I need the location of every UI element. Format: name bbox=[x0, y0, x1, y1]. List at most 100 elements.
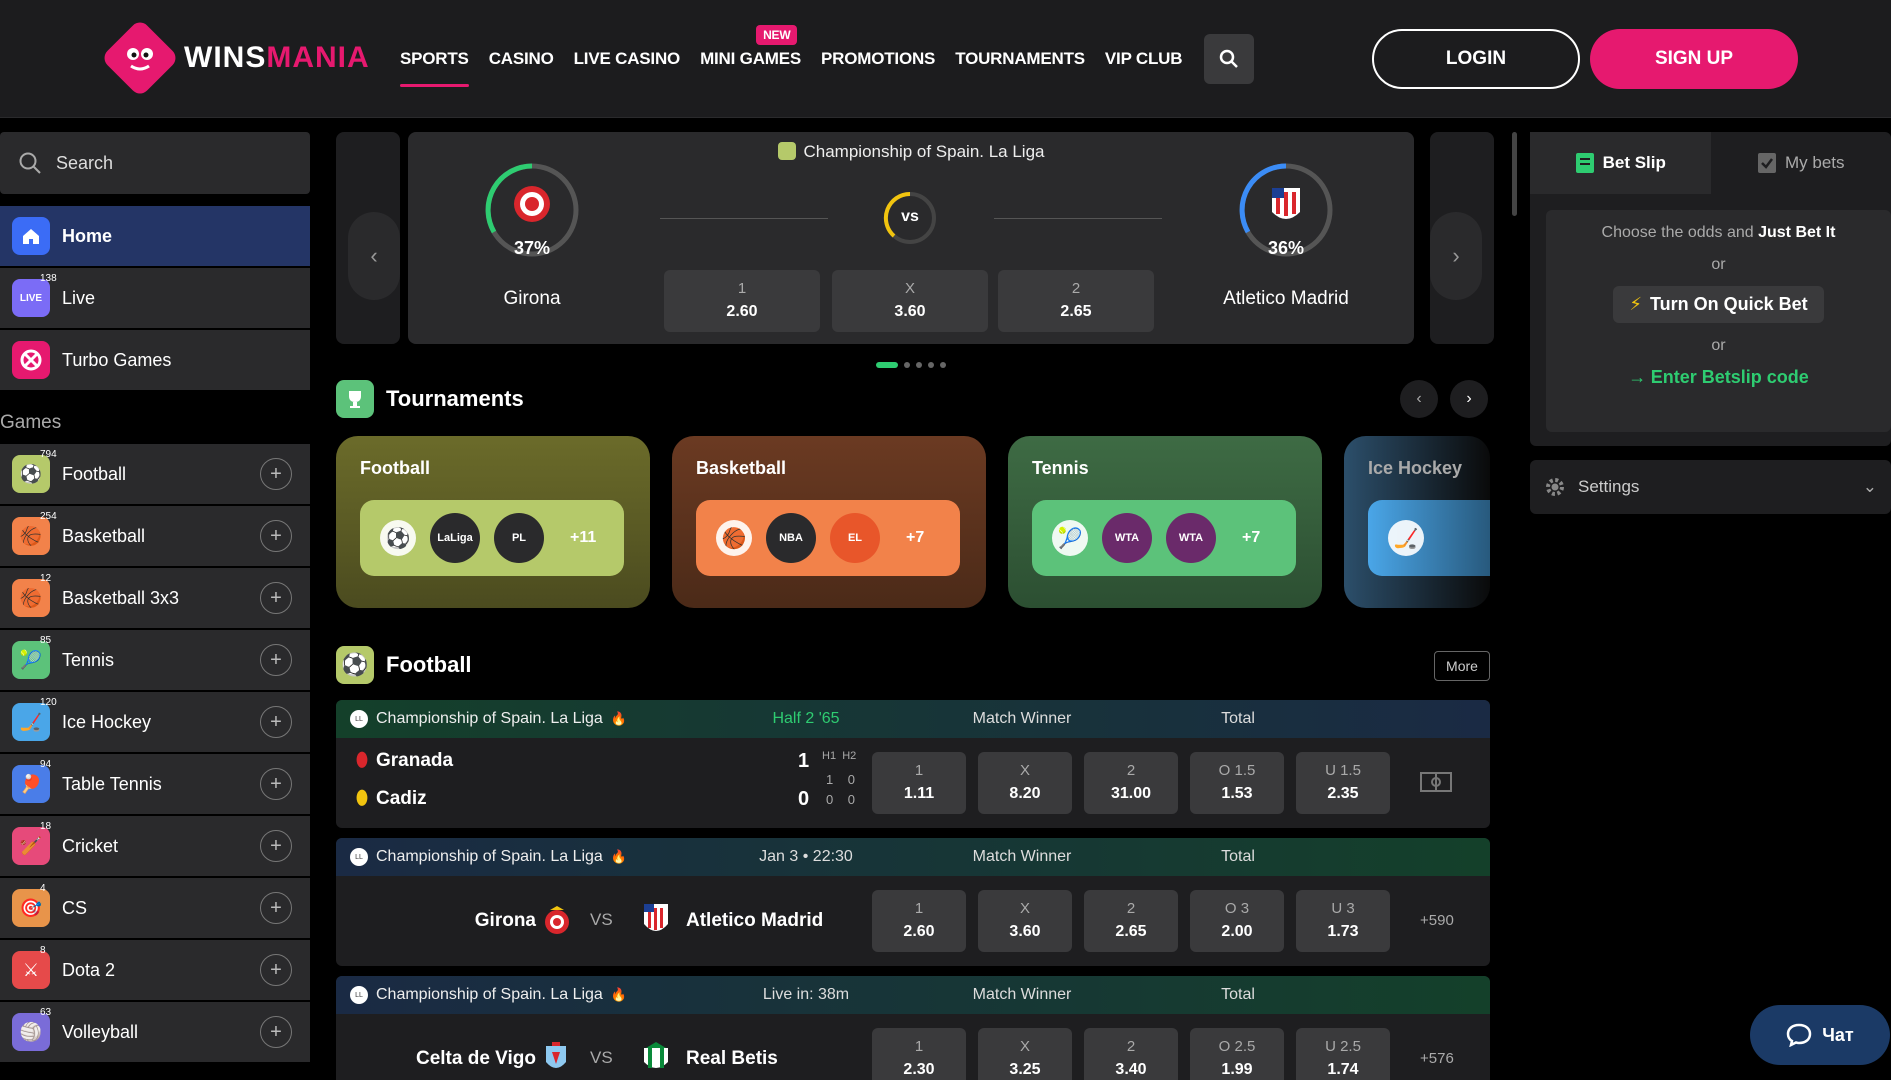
nav-tournaments[interactable]: TOURNAMENTS bbox=[955, 39, 1085, 79]
sidebar-sport-table-tennis[interactable]: 🏓 94 Table Tennis + bbox=[0, 754, 310, 814]
odd-1[interactable]: 1 1.11 bbox=[872, 752, 966, 814]
premier-league-badge-icon[interactable]: PL bbox=[494, 513, 544, 563]
event-row[interactable]: LL Championship of Spain. La Liga 🔥 Live i… bbox=[336, 976, 1490, 1080]
tournaments-next-button[interactable]: › bbox=[1450, 380, 1488, 418]
enter-betslip-code-link[interactable]: → Enter Betslip code bbox=[1546, 367, 1891, 388]
featured-odd-x[interactable]: X 3.60 bbox=[832, 270, 988, 332]
football-more-button[interactable]: More bbox=[1434, 651, 1490, 681]
quick-bet-button[interactable]: ⚡ Turn On Quick Bet bbox=[1613, 286, 1824, 323]
carousel-prev-panel: ‹ bbox=[336, 132, 400, 344]
carousel-dot[interactable] bbox=[876, 362, 898, 368]
event-header: LL Championship of Spain. La Liga 🔥 Half 2… bbox=[336, 700, 1490, 738]
sport-label: Volleyball bbox=[62, 1021, 139, 1042]
main-scrollbar[interactable] bbox=[1512, 132, 1517, 216]
carousel-dot[interactable] bbox=[928, 362, 934, 368]
nav-promotions[interactable]: PROMOTIONS bbox=[821, 39, 935, 79]
odd-over[interactable]: O 2.5 1.99 bbox=[1190, 1028, 1284, 1080]
euroleague-badge-icon[interactable]: EL bbox=[830, 513, 880, 563]
featured-match-card[interactable]: Championship of Spain. La Liga 37% Giron… bbox=[408, 132, 1414, 344]
odd-x[interactable]: X 3.25 bbox=[978, 1028, 1072, 1080]
sidebar-item-turbo-games[interactable]: Turbo Games bbox=[0, 330, 310, 390]
sidebar-sport-cricket[interactable]: 🏏 18 Cricket + bbox=[0, 816, 310, 876]
sidebar-item-live[interactable]: LIVE 138 Live bbox=[0, 268, 310, 328]
more-markets-count[interactable]: +590 bbox=[1420, 912, 1454, 929]
event-row[interactable]: LL Championship of Spain. La Liga 🔥 Jan 3 … bbox=[336, 838, 1490, 966]
tournament-card-football[interactable]: Football ⚽ LaLiga PL +11 bbox=[336, 436, 650, 608]
featured-odd-1[interactable]: 1 2.60 bbox=[664, 270, 820, 332]
settings-dropdown[interactable]: Settings ⌄ bbox=[1530, 460, 1891, 514]
tournaments-prev-button[interactable]: ‹ bbox=[1400, 380, 1438, 418]
expand-plus-button[interactable]: + bbox=[260, 520, 292, 552]
carousel-dot[interactable] bbox=[940, 362, 946, 368]
odd-1[interactable]: 1 2.30 bbox=[872, 1028, 966, 1080]
signup-button[interactable]: SIGN UP bbox=[1590, 29, 1798, 89]
odd-2[interactable]: 2 2.65 bbox=[1084, 890, 1178, 952]
sidebar-sport-tennis[interactable]: 🎾 85 Tennis + bbox=[0, 630, 310, 690]
sidebar-search-input[interactable]: Search bbox=[0, 132, 310, 194]
expand-plus-button[interactable]: + bbox=[260, 1016, 292, 1048]
featured-odd-2[interactable]: 2 2.65 bbox=[998, 270, 1154, 332]
more-leagues-count[interactable]: +11 bbox=[570, 529, 596, 547]
odd-2[interactable]: 2 31.00 bbox=[1084, 752, 1178, 814]
expand-plus-button[interactable]: + bbox=[260, 830, 292, 862]
fire-icon: 🔥 bbox=[610, 987, 628, 1002]
odd-2[interactable]: 2 3.40 bbox=[1084, 1028, 1178, 1080]
sidebar-sport-basketball-3x3[interactable]: 🏀 12 Basketball 3x3 + bbox=[0, 568, 310, 628]
nba-badge-icon[interactable]: NBA bbox=[766, 513, 816, 563]
odd-1[interactable]: 1 2.60 bbox=[872, 890, 966, 952]
betslip-empty-state: Choose the odds and Just Bet It or ⚡ Turn… bbox=[1546, 210, 1891, 432]
expand-plus-button[interactable]: + bbox=[260, 892, 292, 924]
event-league: Championship of Spain. La Liga bbox=[376, 986, 603, 1003]
laliga-badge-icon[interactable]: LaLiga bbox=[430, 513, 480, 563]
nav-live-casino[interactable]: LIVE CASINO bbox=[574, 39, 681, 79]
odd-over[interactable]: O 1.5 1.53 bbox=[1190, 752, 1284, 814]
tournament-card-basketball[interactable]: Basketball 🏀 NBA EL +7 bbox=[672, 436, 986, 608]
odd-over[interactable]: O 3 2.00 bbox=[1190, 890, 1284, 952]
brand-logo[interactable]: WINSMANIA bbox=[100, 18, 370, 98]
expand-plus-button[interactable]: + bbox=[260, 706, 292, 738]
my-bets-icon bbox=[1757, 153, 1776, 173]
login-button[interactable]: LOGIN bbox=[1372, 29, 1580, 89]
tournament-card-tennis[interactable]: Tennis 🎾 WTA WTA +7 bbox=[1008, 436, 1322, 608]
football-icon: ⚽ bbox=[336, 646, 374, 684]
odd-under[interactable]: U 3 1.73 bbox=[1296, 890, 1390, 952]
tab-bet-slip[interactable]: Bet Slip bbox=[1530, 132, 1711, 194]
odd-x[interactable]: X 3.60 bbox=[978, 890, 1072, 952]
nav-vip-club[interactable]: VIP CLUB bbox=[1105, 39, 1183, 79]
sidebar-sport-volleyball[interactable]: 🏐 63 Volleyball + bbox=[0, 1002, 310, 1062]
home-team-name: Girona bbox=[503, 288, 561, 309]
home-half-scores: 1 0 bbox=[826, 772, 855, 787]
more-leagues-count[interactable]: +7 bbox=[1242, 529, 1260, 547]
carousel-prev-button[interactable]: ‹ bbox=[348, 212, 400, 300]
expand-plus-button[interactable]: + bbox=[260, 644, 292, 676]
pitch-stats-icon[interactable] bbox=[1420, 772, 1452, 792]
wta-badge-icon[interactable]: WTA bbox=[1102, 513, 1152, 563]
sidebar-sport-basketball[interactable]: 🏀 254 Basketball + bbox=[0, 506, 310, 566]
event-row[interactable]: LL Championship of Spain. La Liga 🔥 Half 2… bbox=[336, 700, 1490, 828]
expand-plus-button[interactable]: + bbox=[260, 954, 292, 986]
nav-casino[interactable]: CASINO bbox=[489, 39, 554, 79]
nav-mini-games[interactable]: MINI GAMES NEW bbox=[700, 25, 801, 79]
tab-my-bets[interactable]: My bets bbox=[1711, 132, 1891, 194]
more-leagues-count[interactable]: +7 bbox=[906, 529, 924, 547]
expand-plus-button[interactable]: + bbox=[260, 582, 292, 614]
carousel-next-button[interactable]: › bbox=[1430, 212, 1482, 300]
sidebar-sport-football[interactable]: ⚽ 794 Football + bbox=[0, 444, 310, 504]
sidebar-sport-cs[interactable]: 🎯 4 CS + bbox=[0, 878, 310, 938]
tournament-card-ice-hockey[interactable]: Ice Hockey 🏒 bbox=[1344, 436, 1490, 608]
odd-x[interactable]: X 8.20 bbox=[978, 752, 1072, 814]
expand-plus-button[interactable]: + bbox=[260, 458, 292, 490]
nav-sports[interactable]: SPORTS bbox=[400, 39, 469, 87]
chat-button[interactable]: Чат bbox=[1750, 1005, 1890, 1065]
sidebar-sport-dota-2[interactable]: ⚔ 8 Dota 2 + bbox=[0, 940, 310, 1000]
expand-plus-button[interactable]: + bbox=[260, 768, 292, 800]
odd-under[interactable]: U 1.5 2.35 bbox=[1296, 752, 1390, 814]
more-markets-count[interactable]: +576 bbox=[1420, 1050, 1454, 1067]
sidebar-item-home[interactable]: Home bbox=[0, 206, 310, 266]
odd-under[interactable]: U 2.5 1.74 bbox=[1296, 1028, 1390, 1080]
carousel-dot[interactable] bbox=[916, 362, 922, 368]
header-search-button[interactable] bbox=[1204, 34, 1255, 84]
sidebar-sport-ice-hockey[interactable]: 🏒 120 Ice Hockey + bbox=[0, 692, 310, 752]
carousel-dot[interactable] bbox=[904, 362, 910, 368]
wta-badge-icon[interactable]: WTA bbox=[1166, 513, 1216, 563]
